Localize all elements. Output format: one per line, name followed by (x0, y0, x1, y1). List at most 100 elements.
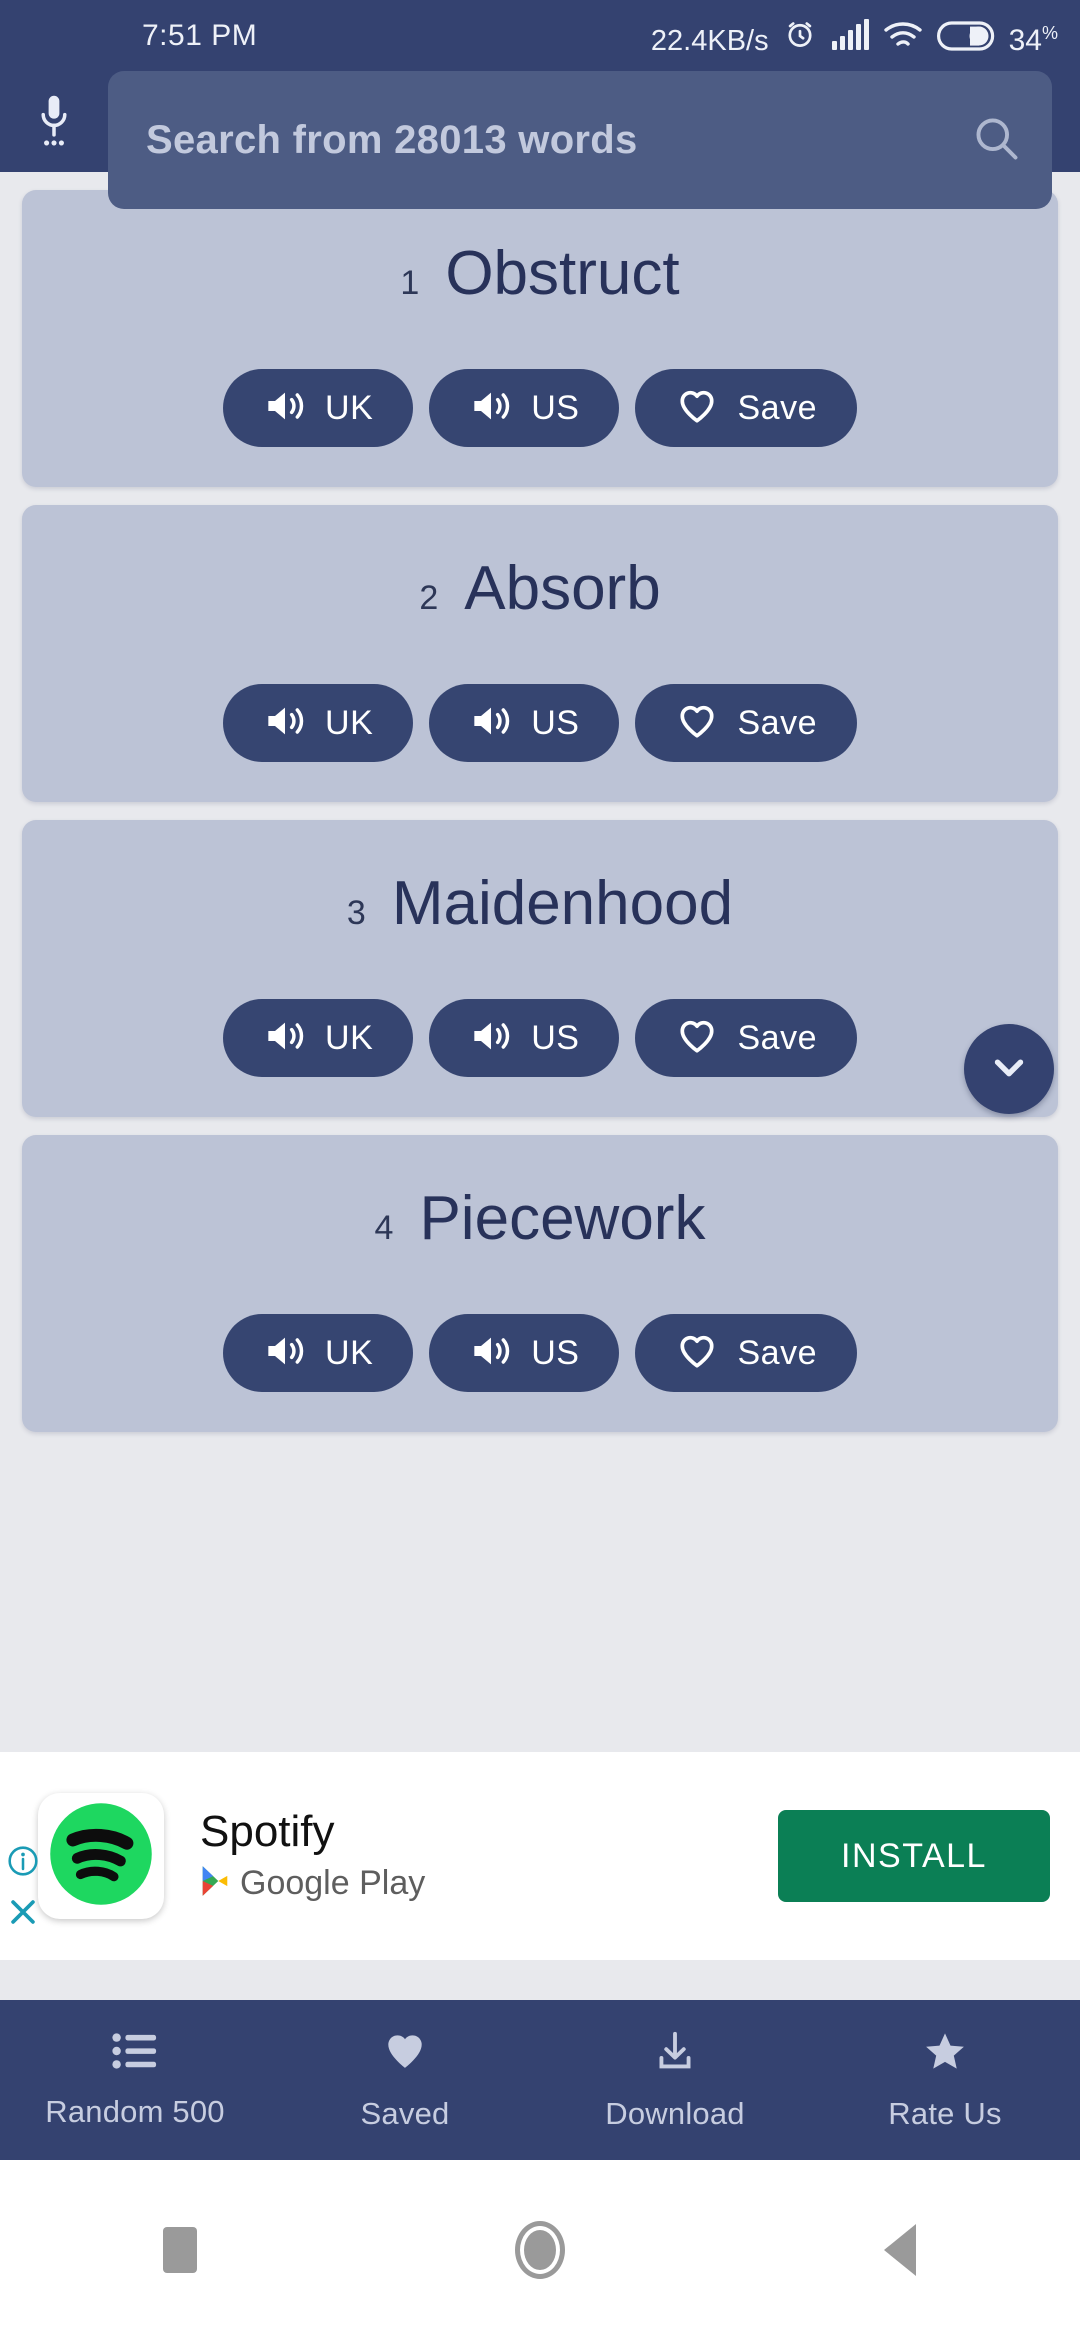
nav-label: Download (605, 2095, 745, 2131)
speaker-volume-icon (263, 1016, 307, 1061)
battery-icon (936, 20, 995, 56)
word-card-header: 3 Maidenhood (22, 868, 1058, 939)
heart-filled-icon (381, 2029, 429, 2078)
pronounce-uk-label: UK (325, 703, 374, 742)
heart-outline-icon (675, 385, 719, 432)
nav-item-download[interactable]: Download (540, 2000, 810, 2160)
word-list-scroll-area[interactable]: 1 Obstruct UK US Save 2 Absorb UK US Sav… (0, 172, 1080, 1752)
word-card-header: 1 Obstruct (22, 238, 1058, 309)
status-bar-indicators: 22.4KB/s 34% (651, 17, 1058, 56)
heart-outline-icon (675, 1330, 719, 1377)
save-word-button[interactable]: Save (635, 1314, 857, 1392)
download-icon (652, 2029, 698, 2078)
pronounce-us-button[interactable]: US (429, 684, 620, 762)
save-word-button[interactable]: Save (635, 684, 857, 762)
pronounce-uk-button[interactable]: UK (223, 684, 414, 762)
close-icon[interactable] (6, 1895, 40, 1934)
pronounce-us-button[interactable]: US (429, 369, 620, 447)
ad-text-block: Spotify Google Play (200, 1809, 425, 1902)
word-card-actions: UK US Save (22, 999, 1058, 1077)
word-card[interactable]: 4 Piecework UK US Save (22, 1135, 1058, 1432)
google-play-icon (200, 1864, 230, 1903)
word-index: 4 (374, 1209, 394, 1247)
search-input[interactable]: Search from 28013 words (146, 118, 970, 163)
nav-label: Random 500 (45, 2093, 225, 2129)
word-card-actions: UK US Save (22, 1314, 1058, 1392)
home-button[interactable] (360, 2160, 720, 2340)
save-word-button[interactable]: Save (635, 999, 857, 1077)
word-card-header: 2 Absorb (22, 553, 1058, 624)
scroll-down-fab[interactable] (964, 1024, 1054, 1114)
speaker-volume-icon (469, 1016, 513, 1061)
android-system-nav (0, 2160, 1080, 2340)
word-card[interactable]: 3 Maidenhood UK US Save (22, 820, 1058, 1117)
alarm-clock-icon (783, 17, 817, 56)
nav-label: Rate Us (888, 2095, 1002, 2131)
pronounce-uk-label: UK (325, 388, 374, 427)
ad-banner[interactable]: Spotify Google Play INSTALL (0, 1752, 1080, 1960)
pronounce-uk-button[interactable]: UK (223, 1314, 414, 1392)
pronounce-us-label: US (531, 388, 580, 427)
pronounce-uk-button[interactable]: UK (223, 999, 414, 1077)
recents-button[interactable] (0, 2160, 360, 2340)
chevron-down-icon (986, 1044, 1032, 1095)
word-title: Maidenhood (391, 869, 734, 938)
search-bar[interactable]: Search from 28013 words (108, 71, 1052, 209)
heart-outline-icon (675, 700, 719, 747)
ad-store-row: Google Play (200, 1864, 425, 1903)
battery-percent-label: 34% (1008, 22, 1058, 57)
speaker-volume-icon (469, 386, 513, 431)
circle-home-icon (515, 2221, 565, 2279)
pronounce-us-button[interactable]: US (429, 999, 620, 1077)
nav-item-random-500[interactable]: Random 500 (0, 2000, 270, 2160)
word-title: Obstruct (445, 239, 680, 308)
pronounce-us-label: US (531, 703, 580, 742)
word-card-actions: UK US Save (22, 684, 1058, 762)
save-word-label: Save (737, 1333, 817, 1372)
speaker-volume-icon (263, 701, 307, 746)
info-circle-icon[interactable] (6, 1844, 40, 1883)
phone-screen: 7:51 PM 22.4KB/s 34% Search from 28013 w… (0, 0, 1080, 2340)
save-word-label: Save (737, 703, 817, 742)
word-card[interactable]: 1 Obstruct UK US Save (22, 190, 1058, 487)
speaker-volume-icon (263, 1331, 307, 1376)
ad-badges (6, 1844, 40, 1934)
nav-item-saved[interactable]: Saved (270, 2000, 540, 2160)
speaker-volume-icon (469, 1331, 513, 1376)
save-word-label: Save (737, 1018, 817, 1057)
ad-install-button[interactable]: INSTALL (778, 1810, 1050, 1902)
microphone-icon (33, 89, 75, 156)
save-word-label: Save (737, 388, 817, 427)
pronounce-us-label: US (531, 1018, 580, 1057)
pronounce-uk-button[interactable]: UK (223, 369, 414, 447)
search-icon[interactable] (970, 112, 1022, 169)
pronounce-uk-label: UK (325, 1333, 374, 1372)
status-bar-clock: 7:51 PM (142, 19, 258, 52)
nav-item-rate-us[interactable]: Rate Us (810, 2000, 1080, 2160)
app-bar: Search from 28013 words (0, 71, 1080, 209)
network-speed-label: 22.4KB/s (650, 24, 769, 57)
ad-app-title: Spotify (200, 1807, 335, 1857)
word-card-actions: UK US Save (22, 369, 1058, 447)
pronounce-us-button[interactable]: US (429, 1314, 620, 1392)
word-title: Piecework (419, 1184, 706, 1253)
nav-top-spacer (0, 1960, 1080, 2000)
triangle-back-icon (884, 2224, 916, 2276)
spotify-logo-icon (47, 1800, 155, 1913)
voice-search-button[interactable] (0, 72, 108, 172)
speaker-volume-icon (469, 701, 513, 746)
square-recents-icon (163, 2227, 197, 2273)
ad-app-icon (38, 1793, 164, 1919)
pronounce-uk-label: UK (325, 1018, 374, 1057)
save-word-button[interactable]: Save (635, 369, 857, 447)
back-button[interactable] (720, 2160, 1080, 2340)
ad-store-label: Google Play (240, 1863, 426, 1902)
pronounce-us-label: US (531, 1333, 580, 1372)
heart-outline-icon (675, 1015, 719, 1062)
word-card-header: 4 Piecework (22, 1183, 1058, 1254)
speaker-volume-icon (263, 386, 307, 431)
signal-bars-icon (831, 18, 869, 56)
word-card[interactable]: 2 Absorb UK US Save (22, 505, 1058, 802)
list-icon (112, 2031, 158, 2076)
bottom-navigation: Random 500 Saved Download Rate Us (0, 2000, 1080, 2160)
